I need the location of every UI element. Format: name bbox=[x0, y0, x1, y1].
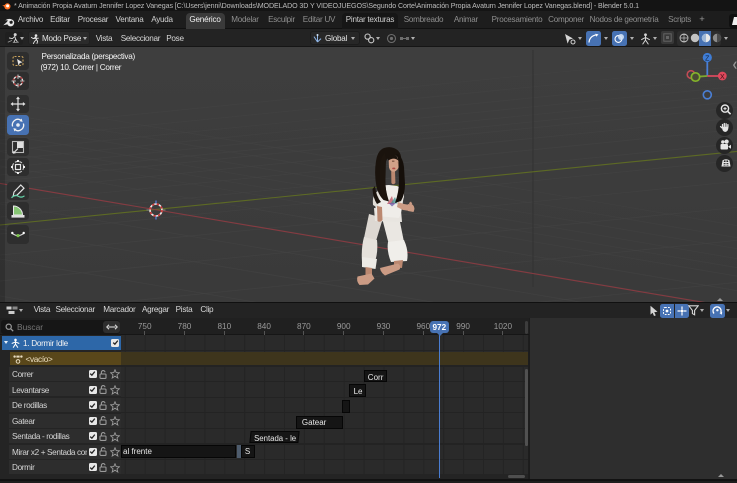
svg-text:Z: Z bbox=[705, 55, 710, 62]
svg-text:X: X bbox=[720, 74, 725, 81]
